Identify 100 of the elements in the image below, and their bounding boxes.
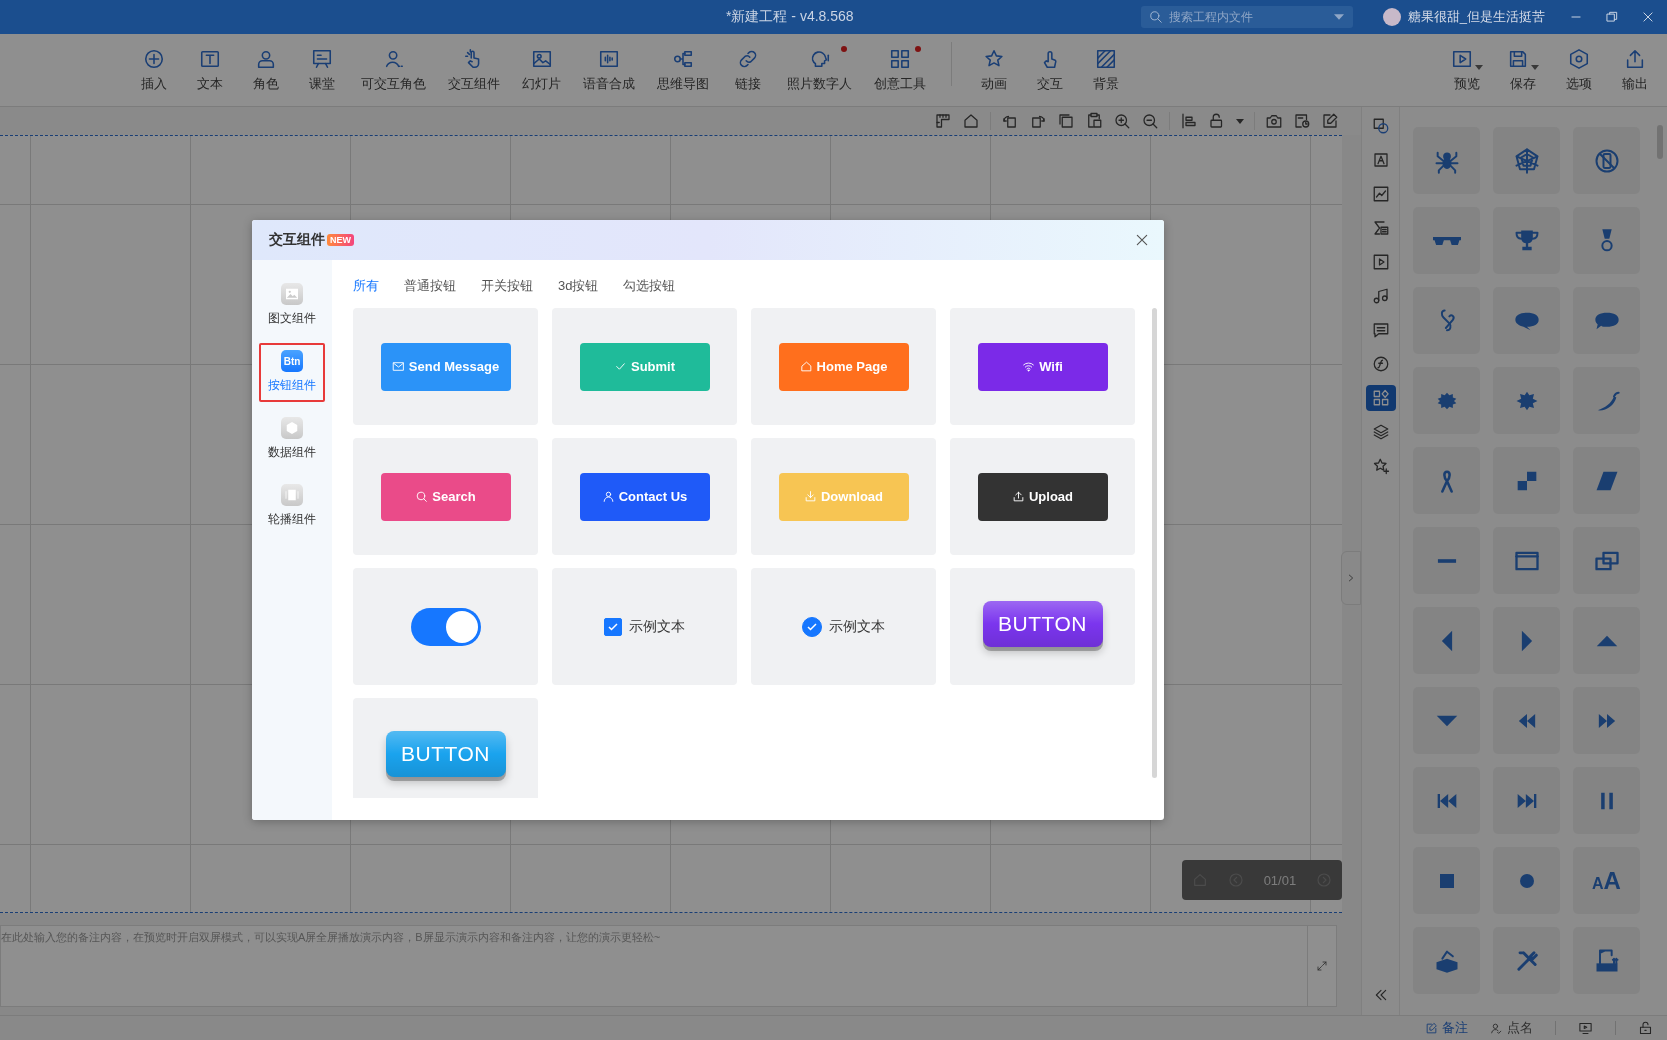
shape-tile[interactable]: AA (1573, 847, 1640, 914)
close-icon[interactable] (1641, 10, 1655, 24)
toolbar-button[interactable]: 可交互角色 (350, 41, 437, 99)
shape-tile[interactable] (1413, 287, 1480, 354)
shape-tile[interactable] (1493, 207, 1560, 274)
shape-tile[interactable] (1573, 367, 1640, 434)
toolbar-button[interactable]: 角色 (238, 41, 294, 99)
shape-tile[interactable] (1573, 287, 1640, 354)
restore-icon[interactable] (1605, 10, 1619, 24)
status-tab[interactable]: 备注 (1425, 1019, 1468, 1037)
component-card[interactable]: Home Page (751, 308, 936, 425)
tab[interactable]: 3d按钮 (558, 276, 599, 296)
tab[interactable]: 普通按钮 (404, 276, 456, 296)
component-card[interactable]: BUTTON (950, 568, 1135, 685)
shape-tile[interactable] (1573, 527, 1640, 594)
toolbar-button[interactable]: 语音合成 (572, 41, 646, 99)
toolbar-button[interactable]: 文本 (182, 41, 238, 99)
toolbar-button[interactable]: 输出 (1607, 41, 1663, 99)
toolbar-button[interactable]: 预览 (1439, 41, 1495, 99)
sample-button[interactable]: Search (380, 472, 511, 521)
status-tab[interactable]: 点名 (1490, 1019, 1533, 1037)
paste-icon[interactable] (1085, 112, 1103, 130)
3d-button[interactable]: BUTTON (385, 730, 506, 777)
lock-icon[interactable] (1638, 1020, 1653, 1036)
shape-tile[interactable] (1493, 927, 1560, 994)
toolbar-button[interactable]: 保存 (1495, 41, 1551, 99)
sample-button[interactable]: Contact Us (579, 472, 710, 521)
sample-button[interactable]: Send Message (380, 342, 511, 391)
component-card[interactable] (353, 568, 538, 685)
shape-tile[interactable] (1573, 927, 1640, 994)
copy-icon[interactable] (1057, 112, 1075, 130)
toolbar-button[interactable]: 交互 (1022, 41, 1078, 99)
toggle-switch[interactable] (410, 607, 481, 646)
toolbar-button[interactable]: 课堂 (294, 41, 350, 99)
shape-tile[interactable] (1493, 767, 1560, 834)
expand-icon[interactable] (1316, 960, 1328, 972)
ruler-icon[interactable] (934, 112, 952, 130)
checkbox[interactable] (604, 617, 622, 636)
tool-button[interactable] (1365, 385, 1396, 411)
toolbar-button[interactable]: 交互组件 (437, 41, 511, 99)
sample-button[interactable]: Wifi (977, 342, 1108, 391)
component-card[interactable]: Upload (950, 438, 1135, 555)
shape-tile[interactable] (1413, 767, 1480, 834)
sidebar-item[interactable]: 轮播组件 (259, 477, 325, 536)
shape-tile[interactable] (1413, 687, 1480, 754)
shape-tile[interactable] (1573, 607, 1640, 674)
sidebar-item[interactable]: 数据组件 (259, 410, 325, 469)
shape-tile[interactable] (1413, 447, 1480, 514)
shape-tile[interactable] (1493, 687, 1560, 754)
caret-icon[interactable] (1236, 118, 1244, 124)
component-card[interactable]: Wifi (950, 308, 1135, 425)
shape-tile[interactable] (1493, 287, 1560, 354)
search-field[interactable]: 搜索工程内文件 (1140, 6, 1353, 28)
toolbar-button[interactable]: 背景 (1078, 41, 1134, 99)
shape-tile[interactable] (1493, 847, 1560, 914)
toolbar-button[interactable]: 思维导图 (646, 41, 720, 99)
monitor-icon[interactable] (1578, 1020, 1593, 1036)
shape-tile[interactable] (1413, 847, 1480, 914)
scrollbar[interactable] (1657, 125, 1663, 159)
shape-tile[interactable] (1493, 527, 1560, 594)
shape-tile[interactable] (1573, 127, 1640, 194)
toolbar-button[interactable]: 选项 (1551, 41, 1607, 99)
shape-tile[interactable] (1413, 127, 1480, 194)
caret-icon[interactable] (1333, 14, 1344, 20)
align-icon[interactable] (1180, 112, 1198, 130)
camera-icon[interactable] (1265, 112, 1283, 130)
shape-tile[interactable] (1573, 767, 1640, 834)
tab[interactable]: 勾选按钮 (623, 276, 676, 296)
component-card[interactable]: 示例文本 (552, 568, 737, 685)
component-card[interactable]: 示例文本 (751, 568, 936, 685)
shape-tile[interactable] (1493, 127, 1560, 194)
round-checkbox[interactable] (802, 616, 822, 637)
history-icon[interactable] (1293, 112, 1311, 130)
toolbar-button[interactable]: 创意工具 (863, 41, 937, 99)
user-name[interactable]: 糖果很甜_但是生活挺苦 (1407, 8, 1545, 26)
scrollbar[interactable] (1152, 308, 1157, 778)
zoom-out-icon[interactable] (1141, 112, 1159, 130)
sample-button[interactable]: Home Page (778, 342, 909, 391)
toolbar-button[interactable]: 插入 (126, 41, 182, 99)
component-card[interactable]: Send Message (353, 308, 538, 425)
sample-button[interactable]: Upload (977, 472, 1108, 521)
shape-tile[interactable] (1413, 527, 1480, 594)
home-icon[interactable] (962, 112, 980, 130)
component-card[interactable]: Search (353, 438, 538, 555)
shape-tile[interactable] (1493, 607, 1560, 674)
edit-icon[interactable] (1321, 112, 1339, 130)
shape-tile[interactable] (1413, 207, 1480, 274)
toolbar-button[interactable]: 链接 (720, 41, 776, 99)
component-card[interactable]: Contact Us (552, 438, 737, 555)
shape-tile[interactable] (1573, 207, 1640, 274)
shape-tile[interactable] (1413, 367, 1480, 434)
toolbar-button[interactable]: 幻灯片 (511, 41, 572, 99)
shape-tile[interactable] (1573, 447, 1640, 514)
sidebar-item[interactable]: Btn 按钮组件 (259, 343, 325, 402)
tab[interactable]: 开关按钮 (481, 276, 533, 296)
shape-tile[interactable] (1493, 367, 1560, 434)
shape-tile[interactable] (1413, 607, 1480, 674)
shape-tile[interactable] (1493, 447, 1560, 514)
sidebar-item[interactable]: 图文组件 (259, 276, 325, 335)
component-card[interactable]: BUTTON (353, 698, 538, 798)
